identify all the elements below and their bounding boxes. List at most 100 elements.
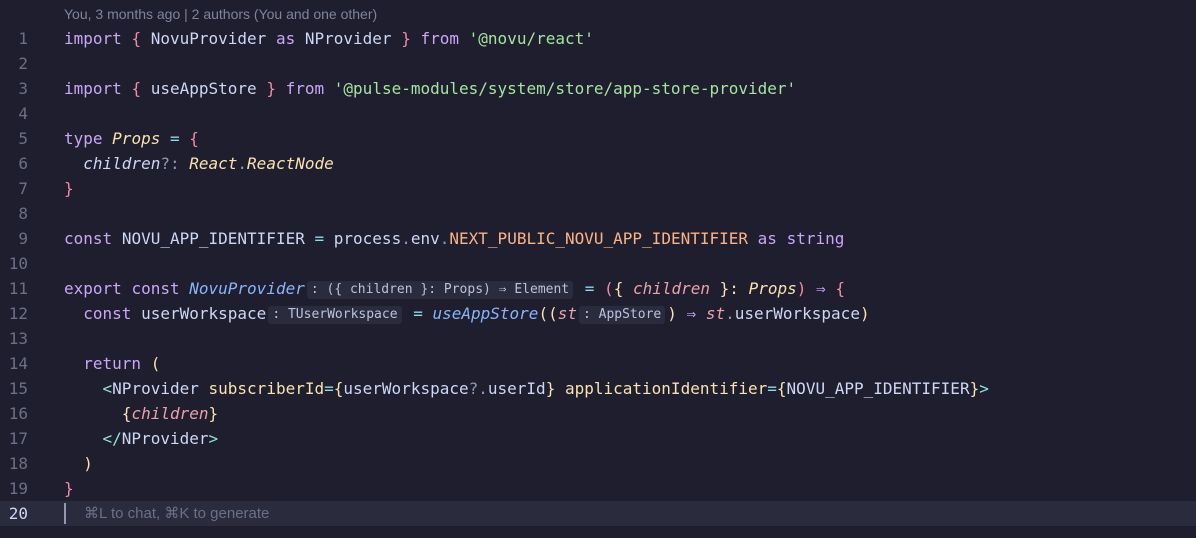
code-line-9[interactable]: 9 const NOVU_APP_IDENTIFIER = process.en… (0, 226, 1196, 251)
brace: { (835, 279, 845, 298)
operator: = (584, 279, 595, 298)
code-line-20-active[interactable]: 20 ⌘L to chat, ⌘K to generate (0, 501, 1196, 526)
line-number: 16 (8, 404, 28, 423)
code-text[interactable]: type Props = { (64, 126, 199, 151)
brace: } (401, 29, 411, 48)
parameter: st (705, 304, 726, 323)
identifier: useAppStore (150, 79, 257, 98)
paren: ( (604, 279, 614, 298)
code-editor[interactable]: You, 3 months ago | 2 authors (You and o… (0, 0, 1196, 538)
keyword: export (64, 279, 122, 298)
punctuation: . (401, 229, 411, 248)
tag-bracket: > (208, 429, 219, 448)
code-text[interactable]: import { useAppStore } from '@pulse-modu… (64, 76, 796, 101)
punctuation: . (439, 229, 450, 248)
code-line-16[interactable]: 16 {children} (0, 401, 1196, 426)
inlay-type-hint: : TUserWorkspace (268, 306, 402, 324)
jsx-attribute: subscriberId (208, 379, 325, 398)
code-text[interactable]: const userWorkspace: TUserWorkspace = us… (64, 301, 870, 326)
tag-bracket: </ (102, 429, 122, 448)
code-text[interactable]: ) (64, 451, 93, 476)
type-name: ReactNode (247, 154, 334, 173)
type-name: Props (112, 129, 161, 148)
code-text[interactable]: import { NovuProvider as NProvider } fro… (64, 26, 594, 51)
punctuation: . (725, 304, 735, 323)
keyword: const (83, 304, 132, 323)
code-line-12[interactable]: 12 const userWorkspace: TUserWorkspace =… (0, 301, 1196, 326)
code-line-5[interactable]: 5 type Props = { (0, 126, 1196, 151)
code-line-1[interactable]: 1 import { NovuProvider as NProvider } f… (0, 26, 1196, 51)
code-text[interactable]: children?: React.ReactNode (64, 151, 334, 176)
function-call: useAppStore (432, 304, 539, 323)
paren: ) (796, 279, 807, 298)
code-line-10[interactable]: 10 (0, 251, 1196, 276)
identifier: env (410, 229, 440, 248)
jsx-attribute: applicationIdentifier (564, 379, 768, 398)
identifier: userWorkspace (343, 379, 469, 398)
code-line-11[interactable]: 11 export const NovuProvider: ({ childre… (0, 276, 1196, 301)
code-line-14[interactable]: 14 return ( (0, 351, 1196, 376)
code-line-13[interactable]: 13 (0, 326, 1196, 351)
line-number: 5 (18, 129, 28, 148)
parameter: st (557, 304, 577, 323)
brace: { (189, 129, 199, 148)
env-property: NEXT_PUBLIC_NOVU_APP_IDENTIFIER (449, 229, 749, 248)
identifier: userWorkspace (141, 304, 267, 323)
arrow: ⇒ (816, 279, 826, 298)
code-line-15[interactable]: 15 <NProvider subscriberId={userWorkspac… (0, 376, 1196, 401)
tag-bracket: > (979, 379, 989, 398)
code-text[interactable]: export const NovuProvider: ({ children }… (64, 276, 845, 301)
keyword: const (131, 279, 180, 298)
code-text[interactable]: return ( (64, 351, 160, 376)
type-namespace: React (189, 154, 238, 173)
operator: = (314, 229, 325, 248)
property: children (83, 154, 161, 173)
code-line-18[interactable]: 18 ) (0, 451, 1196, 476)
string: '@novu/react' (468, 29, 594, 48)
code-text[interactable]: } (64, 476, 74, 501)
code-line-3[interactable]: 3 import { useAppStore } from '@pulse-mo… (0, 76, 1196, 101)
identifier: NOVU_APP_IDENTIFIER (786, 379, 970, 398)
property: userWorkspace (734, 304, 860, 323)
keyword: as (757, 229, 777, 248)
line-number: 17 (8, 429, 28, 448)
parameter: children (632, 279, 711, 298)
keyword: import (64, 29, 122, 48)
arrow: ⇒ (686, 304, 697, 323)
git-blame-annotation[interactable]: You, 3 months ago | 2 authors (You and o… (64, 6, 377, 24)
code-line-4[interactable]: 4 (0, 101, 1196, 126)
line-number: 2 (18, 54, 28, 73)
code-line-19[interactable]: 19 } (0, 476, 1196, 501)
code-text[interactable]: } (64, 176, 74, 201)
brace: { (776, 379, 787, 398)
line-number: 18 (8, 454, 28, 473)
line-number: 3 (18, 79, 28, 98)
brace: { (333, 379, 344, 398)
keyword: from (420, 29, 460, 48)
type-name: Props (748, 279, 797, 298)
code-text[interactable]: <NProvider subscriberId={userWorkspace?.… (64, 376, 989, 401)
line-number: 9 (18, 229, 28, 248)
keyword: as (275, 29, 296, 48)
string: '@pulse-modules/system/store/app-store-p… (333, 79, 797, 98)
code-line-6[interactable]: 6 children?: React.ReactNode (0, 151, 1196, 176)
operator: = (413, 304, 423, 323)
jsx-tag: NProvider (121, 429, 209, 448)
keyword: import (64, 79, 122, 98)
code-line-2[interactable]: 2 (0, 51, 1196, 76)
identifier: NProvider (304, 29, 392, 48)
code-text[interactable]: </NProvider> (64, 426, 219, 451)
line-number: 1 (18, 29, 28, 48)
code-text[interactable]: {children} (64, 401, 218, 426)
type-keyword: string (786, 229, 845, 248)
code-line-7[interactable]: 7 } (0, 176, 1196, 201)
code-line-17[interactable]: 17 </NProvider> (0, 426, 1196, 451)
paren: ( (150, 354, 161, 373)
line-number: 6 (18, 154, 28, 173)
brace: { (613, 279, 624, 298)
code-line-8[interactable]: 8 (0, 201, 1196, 226)
inlay-type-hint: : ({ children }: Props) ⇒ Element (306, 281, 574, 299)
code-text[interactable]: const NOVU_APP_IDENTIFIER = process.env.… (64, 226, 844, 251)
paren: (( (538, 304, 558, 323)
line-number: 20 (8, 504, 28, 523)
